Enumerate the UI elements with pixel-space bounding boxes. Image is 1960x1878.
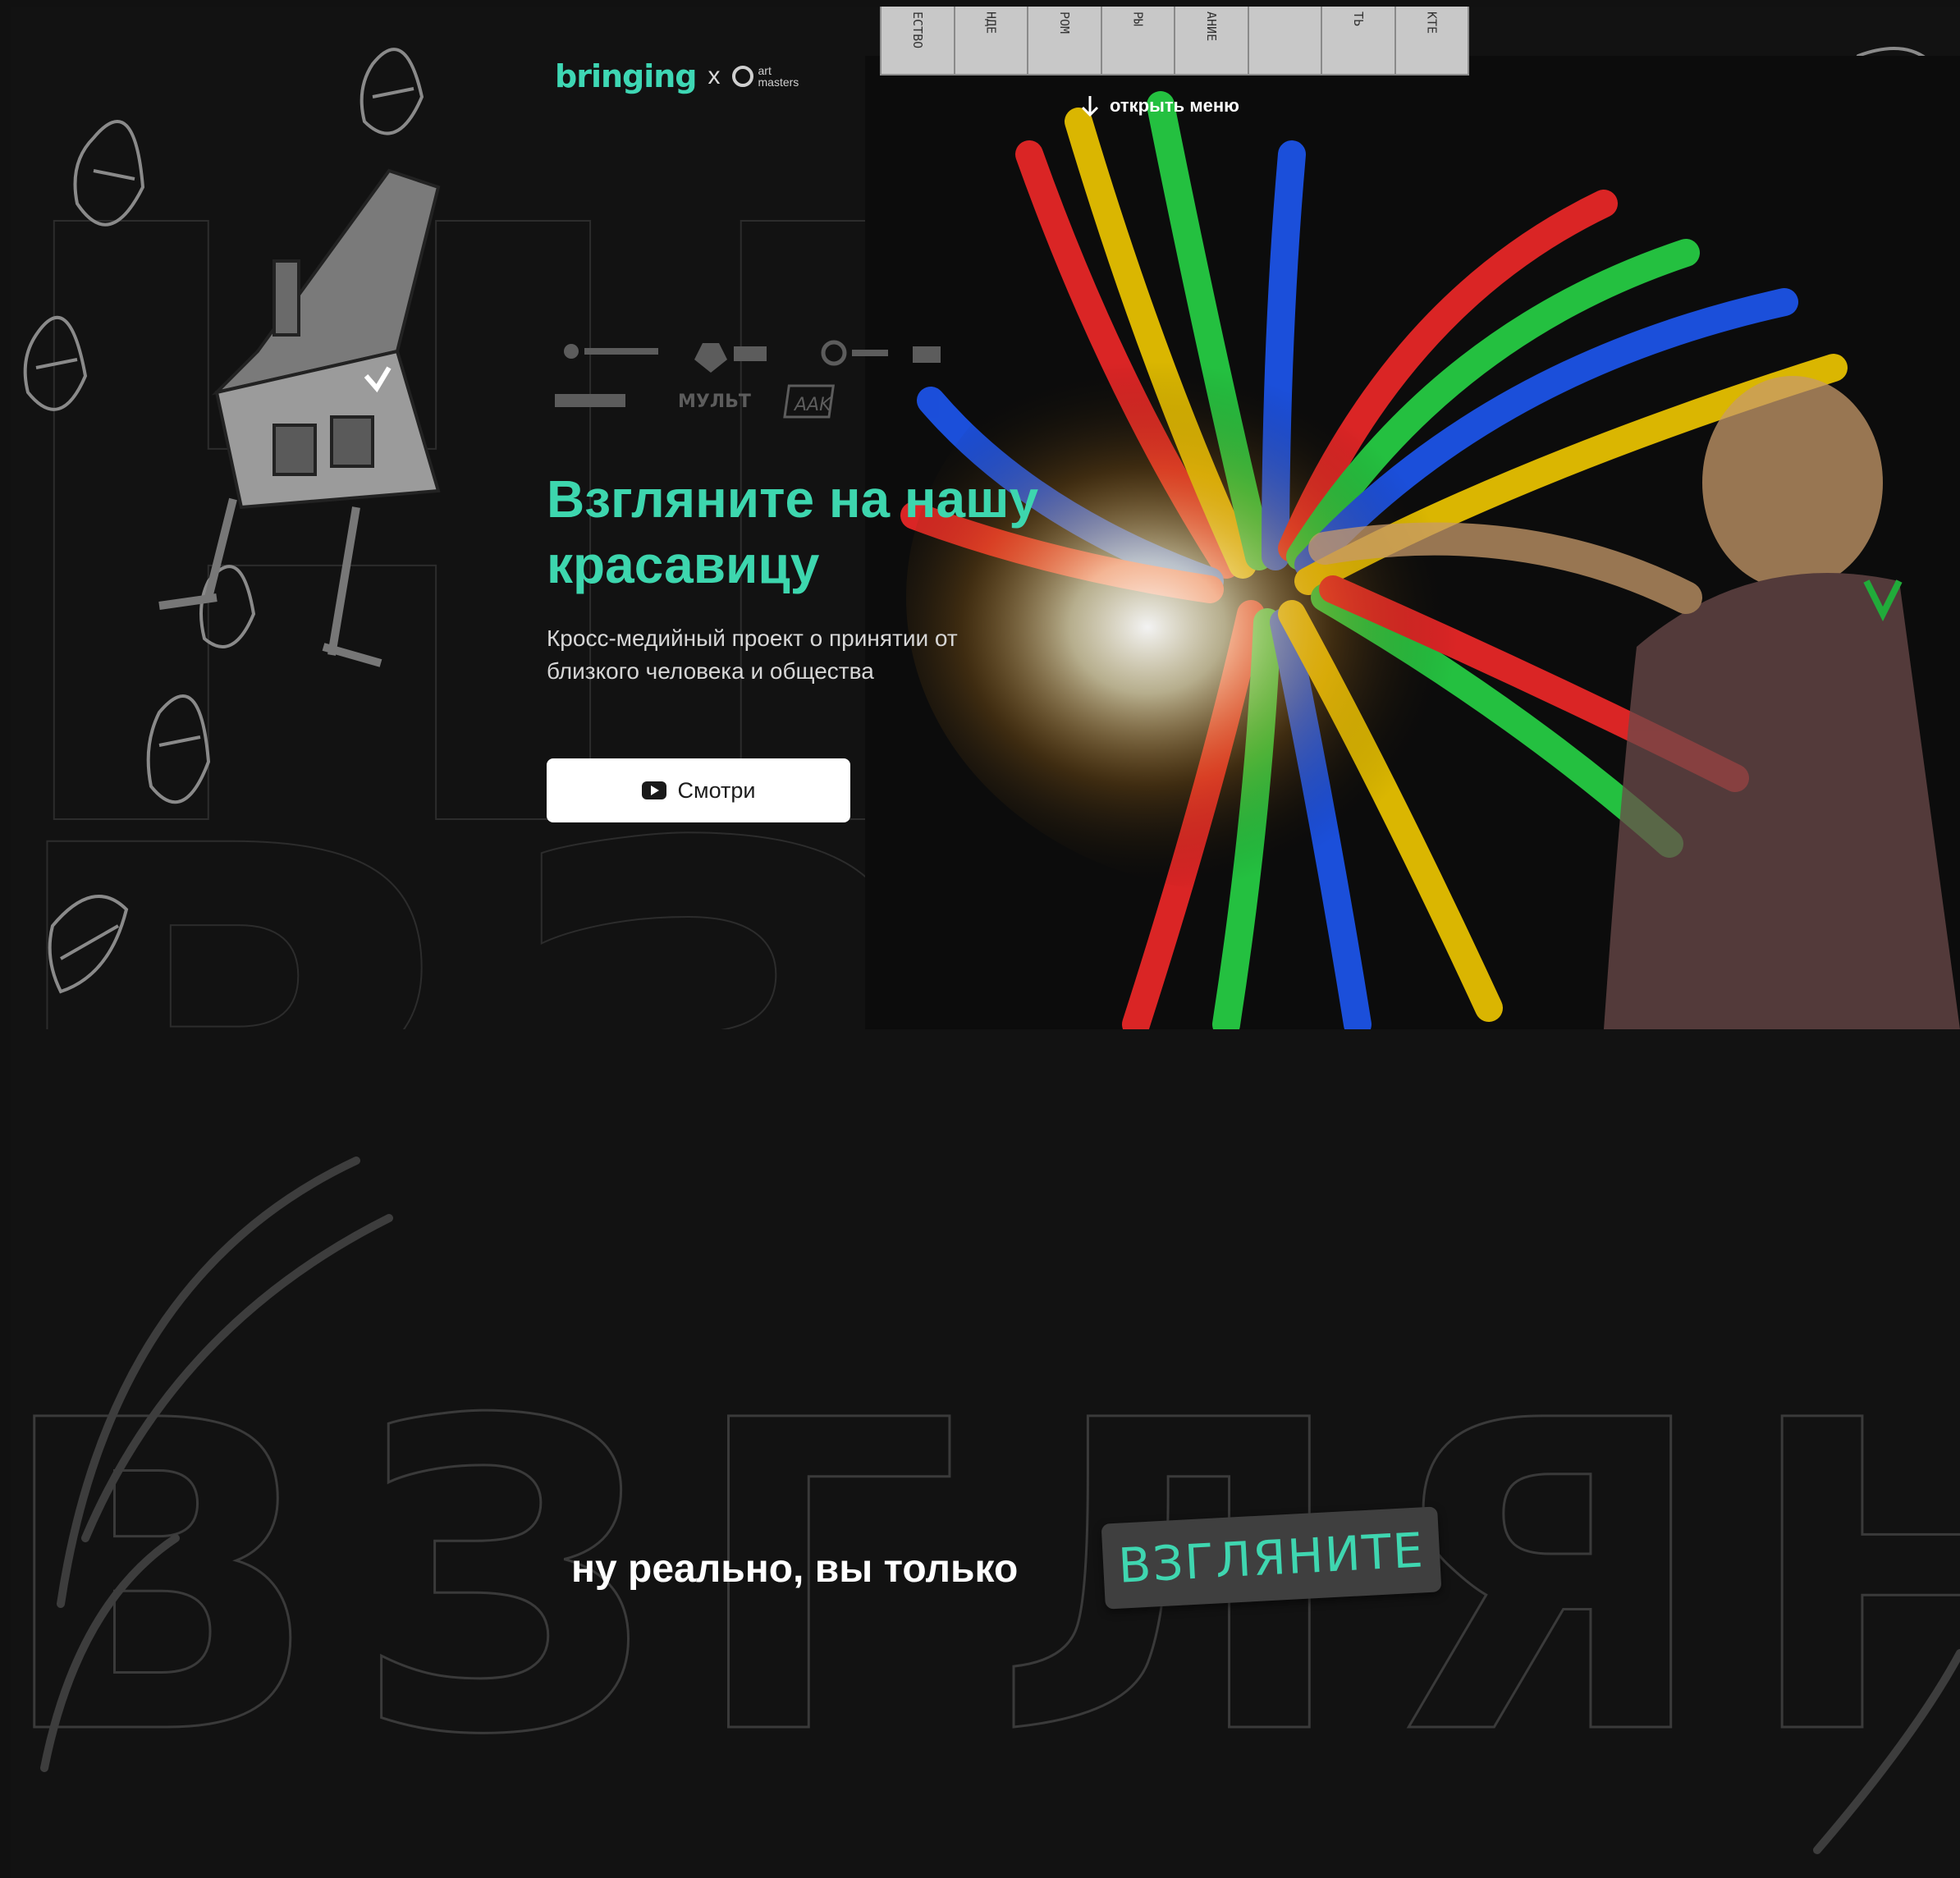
hero-title: Взгляните на нашу красавицу [547, 470, 1039, 594]
menu-strip-label: ЕСТВО [909, 11, 925, 49]
partner-logo-bar [584, 348, 658, 355]
menu-strip-label: АНИЕ [1203, 11, 1219, 42]
logo-separator: x [708, 62, 721, 89]
menu-strip-cell[interactable]: РЫ [1102, 7, 1175, 74]
menu-strip[interactable]: ЕСТВО НДЕ РОМ РЫ АНИЕ ТЬ КТЕ [880, 7, 1469, 76]
menu-strip-cell[interactable]: НДЕ [955, 7, 1028, 74]
artmasters-logo-top: art [758, 64, 772, 77]
tagline-section: ВЗГЛЯН ну реально, вы только ВЗГЛЯНИТЕ [11, 1029, 1960, 1878]
menu-strip-label: РОМ [1056, 11, 1072, 34]
tagline-text: ну реально, вы только [571, 1547, 1019, 1591]
artmasters-logo-bottom: masters [758, 76, 799, 89]
hero-subtitle: Кросс-медийный проект о принятии от близ… [547, 625, 958, 684]
menu-strip-label: ТЬ [1350, 11, 1366, 27]
menu-strip-label: НДЕ [983, 11, 999, 34]
menu-strip-label: КТЕ [1424, 11, 1440, 34]
menu-strip-label: РЫ [1130, 11, 1146, 27]
partner-logo-crest-icon [694, 343, 727, 373]
partner-logo-bar [734, 346, 767, 361]
hero-section: НРЛ ВЗГЛЯН [11, 7, 1960, 1029]
menu-strip-cell[interactable]: ЕСТВО [882, 7, 955, 74]
partner-logo-bar [852, 350, 888, 356]
partner-logo-emblem-icon [564, 344, 579, 359]
open-menu-button[interactable]: открыть меню [1078, 94, 1239, 118]
menu-strip-cell[interactable]: ТЬ [1322, 7, 1396, 74]
menu-strip-cell[interactable]: АНИЕ [1175, 7, 1249, 74]
brand-logo[interactable]: bringing x art masters [555, 56, 799, 97]
open-menu-label: открыть меню [1110, 95, 1239, 116]
page: НРЛ ВЗГЛЯН [11, 7, 1960, 1878]
menu-strip-cell[interactable] [1249, 7, 1322, 74]
menu-strip-cell[interactable]: КТЕ [1396, 7, 1468, 74]
partner-logo-aak: AAK [793, 395, 832, 415]
section2-background-decor: ВЗГЛЯН [11, 1157, 1960, 1854]
partner-logo-bar [555, 394, 625, 407]
arrow-down-icon [1081, 96, 1099, 117]
youtube-icon [641, 781, 666, 799]
look-badge: ВЗГЛЯНИТЕ [1101, 1506, 1442, 1610]
watch-button[interactable]: Смотри [547, 758, 850, 822]
menu-strip-cell[interactable]: РОМ [1028, 7, 1102, 74]
watch-button-label: Смотри [677, 777, 756, 803]
artmasters-icon [731, 66, 753, 87]
partner-logo-artmasters-icon [821, 340, 847, 366]
partner-logos: МУЛЬТ AAK [555, 340, 941, 419]
partner-logo-mult: МУЛЬТ [678, 392, 751, 412]
artmasters-logo-text: art masters [758, 65, 799, 88]
artmasters-logo: art masters [731, 65, 799, 88]
partner-logo-bar [913, 346, 941, 363]
bringing-logo: bringing [555, 58, 697, 94]
